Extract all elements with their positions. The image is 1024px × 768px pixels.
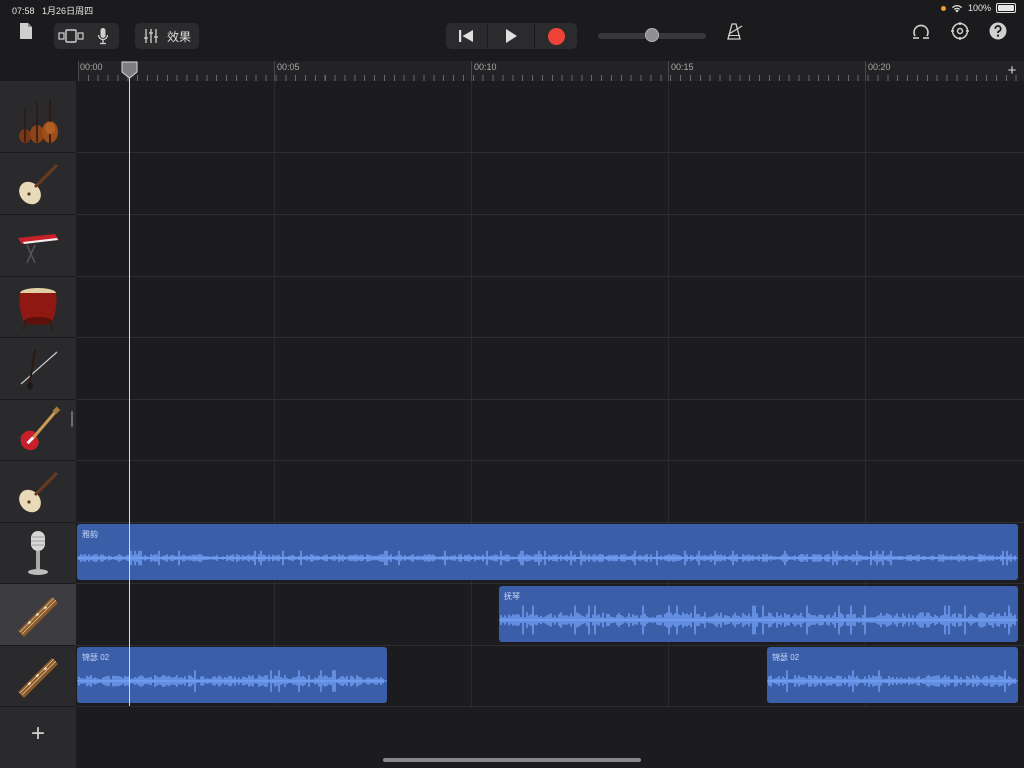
track-header-bass[interactable] xyxy=(0,399,76,461)
audio-waveform xyxy=(77,550,1018,566)
mixer-sliders-icon xyxy=(143,29,158,43)
erhu-icon xyxy=(20,349,58,389)
audio-waveform xyxy=(499,605,1018,635)
play-button[interactable] xyxy=(489,23,533,49)
track-lane[interactable] xyxy=(76,461,1024,523)
gear-icon xyxy=(951,22,969,40)
help-icon xyxy=(989,22,1007,40)
ruler-label: 00:15 xyxy=(671,62,694,72)
view-record-group xyxy=(54,23,119,49)
effects-label: 效果 xyxy=(166,29,191,44)
playhead-line xyxy=(129,66,130,706)
status-date: 1月26日周四 xyxy=(42,6,94,16)
audio-region[interactable]: 抚琴 xyxy=(499,586,1018,642)
audio-region[interactable]: 锦瑟 02 xyxy=(77,647,387,703)
document-icon xyxy=(20,23,32,39)
tracks-area[interactable]: 雅韵 抚琴 锦瑟 02 锦瑟 02 xyxy=(76,81,1024,768)
track-lane[interactable]: 锦瑟 02 锦瑟 02 xyxy=(76,645,1024,707)
help-button[interactable] xyxy=(986,18,1010,44)
add-section-button[interactable]: + xyxy=(1004,61,1020,81)
keyboard-icon xyxy=(18,233,59,263)
track-header-keyboard[interactable] xyxy=(0,215,76,277)
add-track-button[interactable]: + xyxy=(0,714,76,754)
toolbar: 效果 xyxy=(0,18,1024,58)
guzheng-icon xyxy=(18,657,58,698)
bass-guitar-icon xyxy=(20,405,61,450)
track-header-strings[interactable] xyxy=(0,91,76,153)
transport-controls xyxy=(446,23,577,49)
guzheng-icon xyxy=(18,596,58,637)
track-header-drum[interactable] xyxy=(0,276,76,338)
track-lane[interactable] xyxy=(76,153,1024,215)
track-headers: + xyxy=(0,81,76,768)
ruler-label: 00:20 xyxy=(868,62,891,72)
pipa-icon xyxy=(19,471,59,512)
track-lane[interactable]: 抚琴 xyxy=(76,584,1024,646)
pipa-icon xyxy=(19,163,59,204)
effects-button[interactable]: 效果 xyxy=(139,23,195,49)
track-lane[interactable] xyxy=(76,399,1024,461)
view-toggle-button[interactable] xyxy=(56,23,86,49)
microphone-button[interactable] xyxy=(92,23,114,49)
tracks-view-icon xyxy=(58,29,84,43)
track-lane[interactable] xyxy=(76,338,1024,400)
track-header-guzheng-2[interactable] xyxy=(0,645,76,707)
battery-percent: 100% xyxy=(967,3,991,13)
audio-region[interactable]: 雅韵 xyxy=(77,524,1018,580)
status-time: 07:58 xyxy=(12,6,35,16)
microphone-icon xyxy=(28,530,48,575)
my-songs-button[interactable] xyxy=(16,18,36,44)
timeline-ruler[interactable]: 00:00 00:05 00:10 00:15 00:20 + xyxy=(78,61,1024,81)
audio-waveform xyxy=(767,670,1018,692)
record-button[interactable] xyxy=(536,23,577,49)
mic-icon xyxy=(97,28,109,45)
effects-group: 效果 xyxy=(135,23,199,49)
track-header-microphone[interactable] xyxy=(0,522,76,584)
audio-region[interactable]: 锦瑟 02 xyxy=(767,647,1018,703)
track-lane[interactable] xyxy=(76,276,1024,338)
strings-ensemble-icon xyxy=(19,99,58,143)
ruler-label: 00:10 xyxy=(474,62,497,72)
track-header-guzheng-1[interactable] xyxy=(0,584,76,646)
master-volume-knob[interactable] xyxy=(645,28,659,42)
audio-waveform xyxy=(77,670,387,692)
playhead-handle[interactable] xyxy=(121,61,138,79)
ruler-label: 00:05 xyxy=(277,62,300,72)
track-lane[interactable] xyxy=(76,215,1024,277)
ruler-label: 00:00 xyxy=(80,62,103,72)
privacy-indicator-icon xyxy=(940,5,946,11)
settings-button[interactable] xyxy=(947,18,973,44)
header-resize-handle[interactable] xyxy=(71,411,73,427)
metronome-button[interactable] xyxy=(724,18,746,44)
record-icon xyxy=(548,27,565,45)
play-icon xyxy=(506,29,517,43)
track-lane[interactable] xyxy=(76,91,1024,153)
chinese-drum-icon xyxy=(19,287,57,330)
home-indicator xyxy=(383,758,641,762)
loop-browser-button[interactable] xyxy=(908,18,934,44)
track-header-erhu[interactable] xyxy=(0,338,76,400)
wifi-icon xyxy=(951,4,962,12)
metronome-icon xyxy=(727,22,743,40)
skip-back-icon xyxy=(459,30,473,42)
track-header-pipa-1[interactable] xyxy=(0,153,76,215)
go-to-beginning-button[interactable] xyxy=(446,23,486,49)
battery-icon xyxy=(996,3,1016,13)
status-bar: 07:58 1月26日周四 100% xyxy=(0,0,1024,18)
loop-icon xyxy=(913,24,929,39)
track-lane[interactable]: 雅韵 xyxy=(76,522,1024,584)
track-header-pipa-2[interactable] xyxy=(0,461,76,523)
